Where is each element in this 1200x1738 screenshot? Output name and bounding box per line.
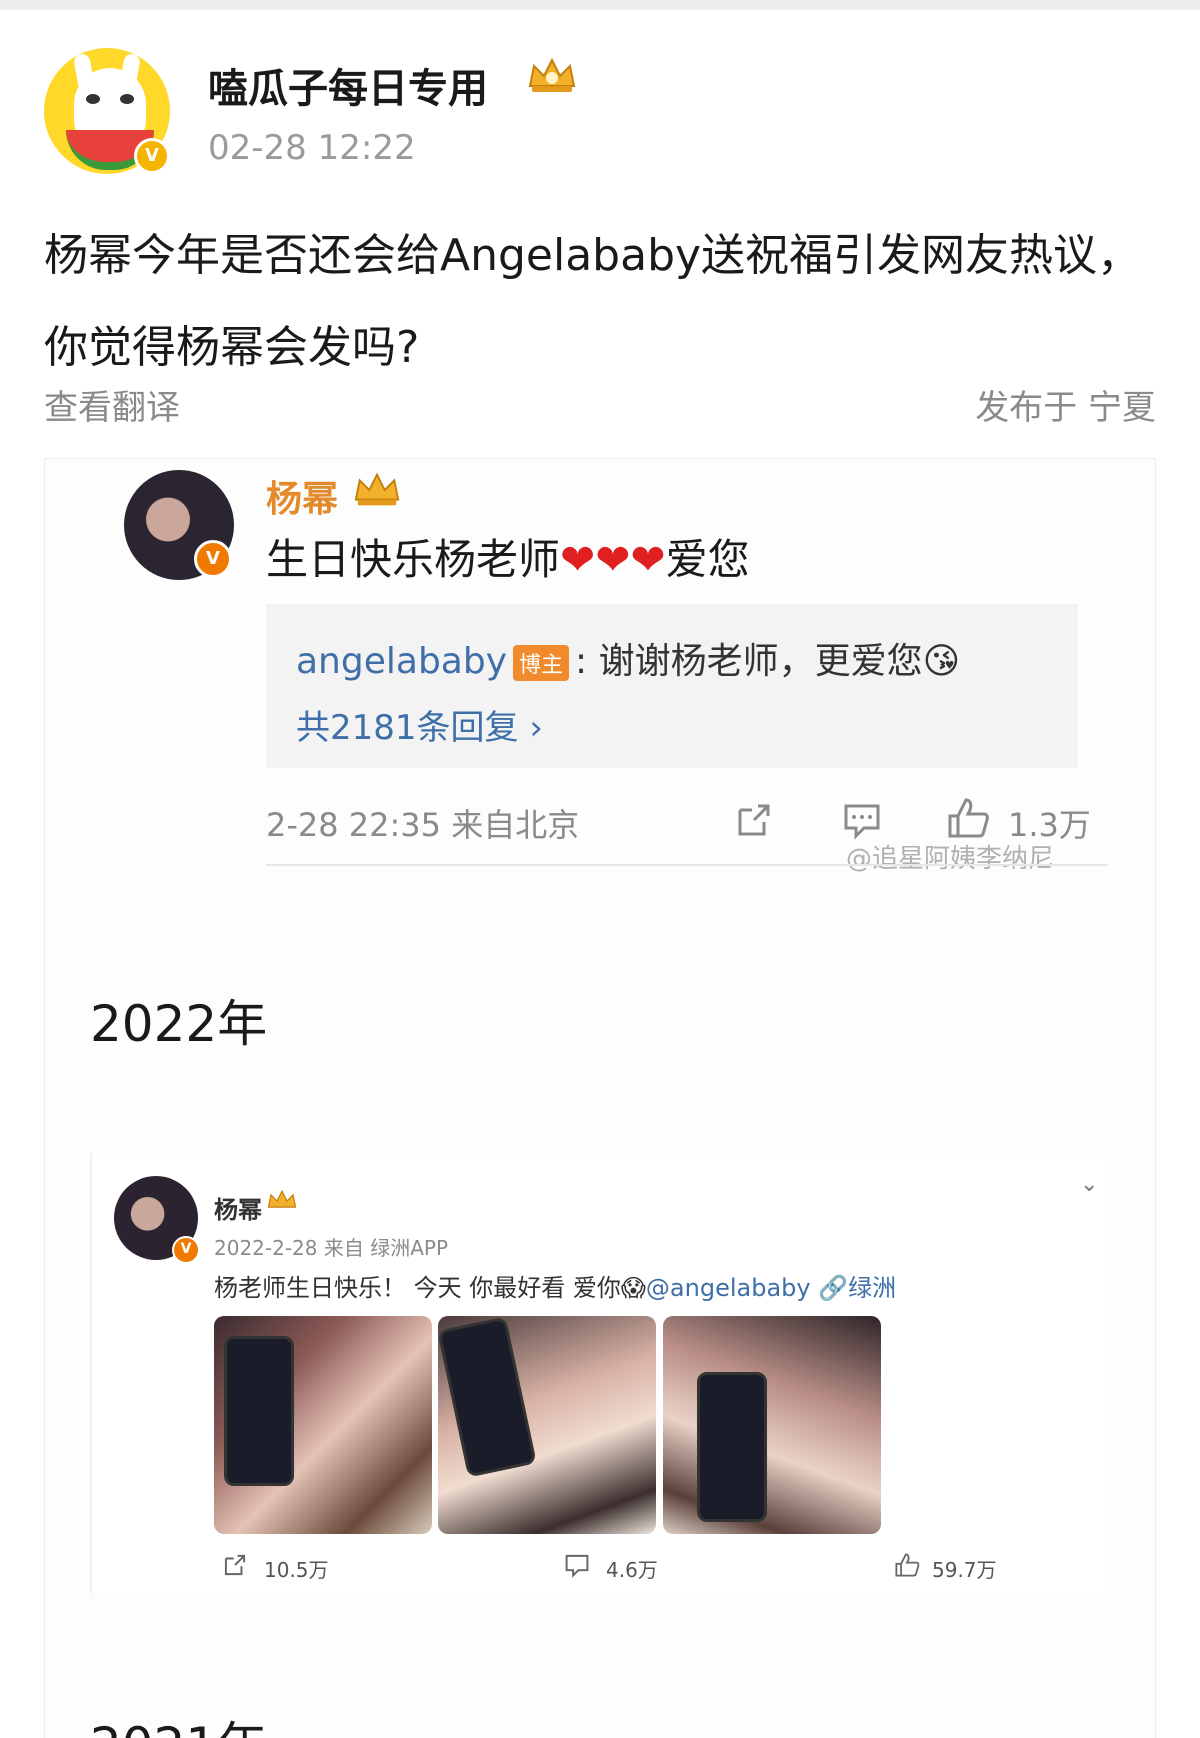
card-text-line: 杨老师生日快乐！ 今天 你最好看 爱你😱@angelababy 🔗绿洲 [214, 1268, 896, 1303]
embed-message-tail: 爱您 [665, 535, 750, 584]
year-heading-2021: 2021年 [90, 1706, 267, 1738]
card-share-count: 10.5万 [264, 1558, 329, 1582]
reply-count: 共2181条回复 › [296, 708, 543, 748]
host-tag: 博主 [513, 645, 570, 681]
crown-icon [267, 1189, 297, 1208]
like-icon [895, 1553, 920, 1577]
card-photo-1 [214, 1316, 432, 1534]
card-text: 杨老师生日快乐！ 今天 你最好看 爱你 [214, 1274, 621, 1302]
hearts-icon: ❤❤❤ [560, 535, 666, 584]
card-photo-2 [438, 1316, 656, 1534]
author-name[interactable]: 嗑瓜子每日专用 [208, 56, 488, 114]
divider [266, 864, 1108, 866]
card-author-name: 杨幂 [214, 1196, 262, 1224]
card-link: 🔗绿洲 [818, 1274, 897, 1302]
translate-link[interactable]: 查看翻译 [44, 380, 180, 429]
share-icon [224, 1554, 246, 1576]
reply-text: : 谢谢杨老师，更爱您 [575, 641, 923, 682]
crown-icon [528, 57, 576, 92]
reply-line: angelababy 博主: 谢谢杨老师，更爱您😘 [296, 632, 960, 684]
card-comment-count: 4.6万 [606, 1558, 658, 1582]
shocked-emoji-icon: 😱 [620, 1274, 646, 1302]
like-icon [948, 798, 989, 838]
post-timestamp: 02-28 12:22 [208, 128, 416, 168]
watermark: @追星阿姨李纳尼 [846, 844, 1055, 874]
card-mention: @angelababy [645, 1274, 811, 1302]
card-meta: 2022-2-28 来自 绿洲APP [214, 1236, 449, 1260]
card-photo-3 [663, 1316, 881, 1534]
year-heading-2022: 2022年 [90, 995, 268, 1053]
embed-author-name: 杨幂 [266, 479, 339, 520]
comment-icon [565, 1554, 589, 1578]
verified-badge-icon: V [172, 1236, 200, 1264]
chevron-down-icon: ⌄ [1080, 1172, 1099, 1197]
kiss-emoji-icon: 😘 [922, 641, 961, 682]
post-location: 发布于 宁夏 [975, 388, 1156, 428]
comment-icon [844, 804, 880, 840]
embed-message-text: 生日快乐杨老师 [266, 535, 561, 584]
embed-meta: 2-28 22:35 来自北京 [266, 806, 580, 844]
share-icon [738, 804, 770, 836]
verified-badge-icon: V [194, 540, 232, 578]
embed-message: 生日快乐杨老师❤❤❤爱您 [266, 526, 750, 587]
verified-badge-icon: V [134, 138, 170, 174]
top-bar [0, 0, 1200, 10]
reply-user: angelababy [296, 641, 508, 682]
reply-box: angelababy 博主: 谢谢杨老师，更爱您😘 共2181条回复 › [266, 604, 1078, 768]
card-like-count: 59.7万 [932, 1558, 997, 1582]
post-body: 杨幂今年是否还会给Angelababy送祝福引发网友热议，你觉得杨幂会发吗? [44, 230, 1142, 373]
crown-icon [354, 472, 400, 506]
